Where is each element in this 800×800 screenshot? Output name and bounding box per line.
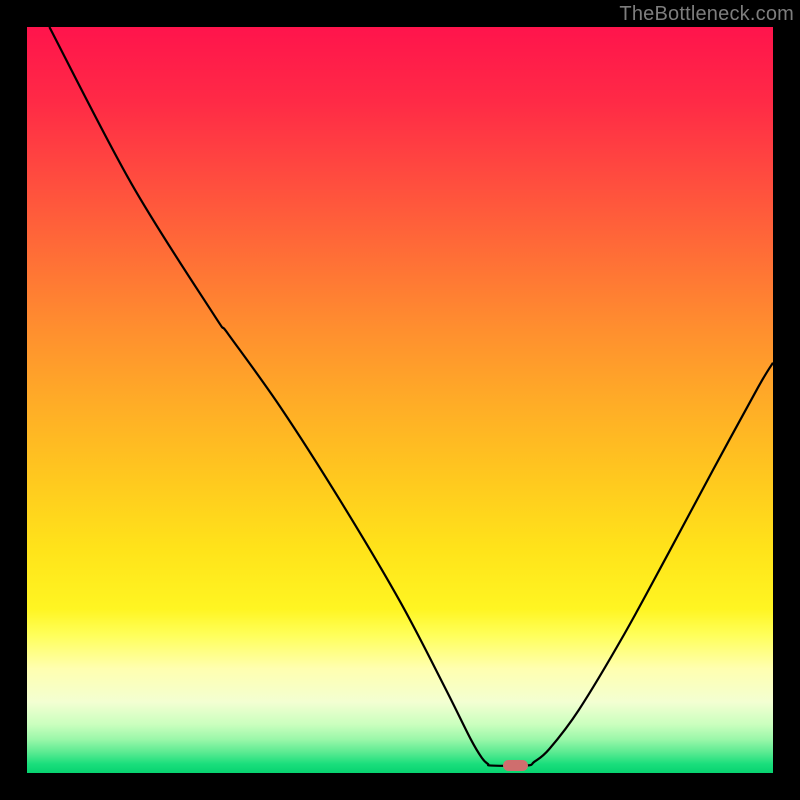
gradient-background xyxy=(27,27,773,773)
chart-frame xyxy=(27,27,773,773)
bottleneck-chart xyxy=(27,27,773,773)
watermark-text: TheBottleneck.com xyxy=(619,3,794,26)
optimal-marker xyxy=(503,760,528,771)
